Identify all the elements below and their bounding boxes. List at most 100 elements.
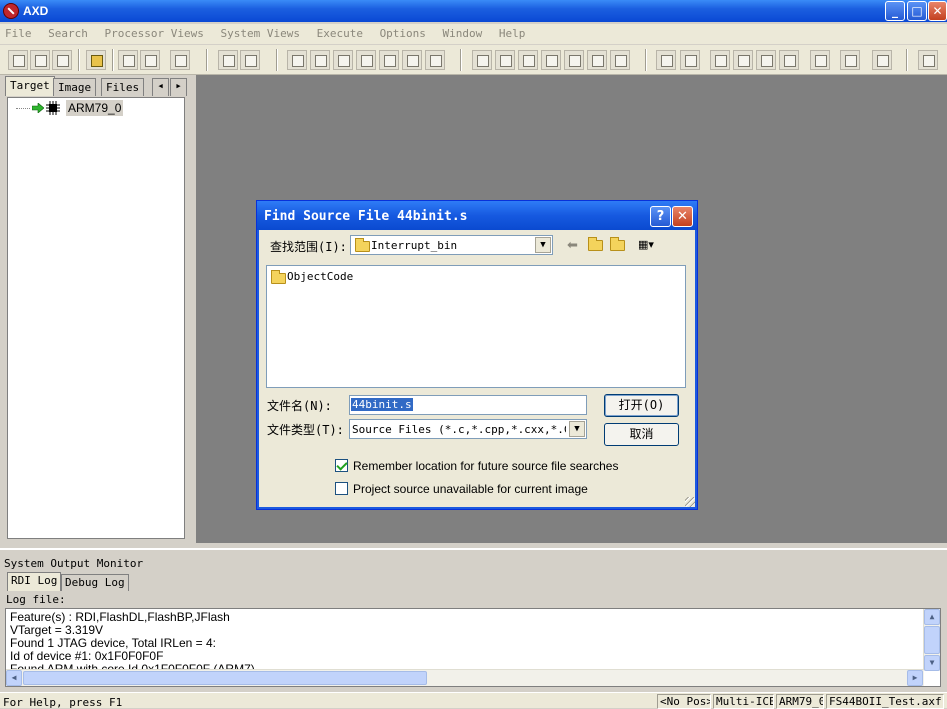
go-icon[interactable] bbox=[656, 50, 676, 70]
step-in-icon[interactable] bbox=[710, 50, 730, 70]
tab-scroll-right-icon[interactable]: ▸ bbox=[170, 78, 187, 96]
log-textbox[interactable]: Feature(s) : RDI,FlashDL,FlashBP,JFlash … bbox=[5, 608, 941, 687]
look-in-combo[interactable]: Interrupt_bin ▼ bbox=[350, 235, 553, 255]
scroll-right-icon[interactable]: ▶ bbox=[907, 670, 923, 686]
maximize-button[interactable]: □ bbox=[907, 1, 927, 21]
paste-icon[interactable] bbox=[170, 50, 190, 70]
open-button[interactable]: 打开(O) bbox=[604, 394, 679, 417]
log-line: Feature(s) : RDI,FlashDL,FlashBP,JFlash bbox=[10, 610, 230, 624]
list-item-label: ObjectCode bbox=[287, 270, 354, 283]
debugger-internals-icon[interactable] bbox=[610, 50, 630, 70]
filetype-label: 文件类型(T): bbox=[267, 423, 344, 437]
vertical-scrollbar[interactable]: ▲ ▼ bbox=[923, 609, 940, 671]
up-folder-icon[interactable] bbox=[587, 237, 604, 252]
processor-chip-icon bbox=[46, 101, 60, 115]
list-item[interactable]: ObjectCode bbox=[269, 269, 389, 285]
resize-grip-icon[interactable] bbox=[685, 497, 695, 507]
chevron-down-icon[interactable]: ▼ bbox=[569, 421, 585, 437]
current-target-arrow-icon bbox=[32, 103, 44, 113]
menu-system-views[interactable]: System Views bbox=[215, 24, 304, 43]
backtrace-view-icon[interactable] bbox=[356, 50, 376, 70]
find-next-icon[interactable] bbox=[240, 50, 260, 70]
dialog-titlebar: Find Source File 44binit.s ? ✕ bbox=[257, 201, 697, 230]
horizontal-scrollbar[interactable]: ◀ ▶ bbox=[6, 669, 924, 686]
tree-item-label: ARM79_0 bbox=[66, 100, 124, 116]
tab-rdi-log[interactable]: RDI Log bbox=[7, 572, 62, 591]
menu-help[interactable]: Help bbox=[494, 24, 531, 43]
menu-options[interactable]: Options bbox=[375, 24, 431, 43]
copy-icon[interactable] bbox=[140, 50, 160, 70]
menu-file[interactable]: File bbox=[0, 24, 37, 43]
remember-location-checkbox[interactable] bbox=[335, 459, 348, 472]
menu-window[interactable]: Window bbox=[438, 24, 488, 43]
menu-search[interactable]: Search bbox=[43, 24, 93, 43]
tab-files[interactable]: Files bbox=[101, 78, 145, 96]
stop-icon[interactable] bbox=[680, 50, 700, 70]
load-image-icon[interactable] bbox=[8, 50, 28, 70]
file-list[interactable]: ObjectCode bbox=[266, 265, 686, 388]
status-position: <No Pos> bbox=[657, 694, 711, 709]
source-unavailable-label: Project source unavailable for current i… bbox=[353, 482, 588, 496]
registers-view-icon[interactable] bbox=[287, 50, 307, 70]
save-icon[interactable] bbox=[118, 50, 138, 70]
step-icon[interactable] bbox=[733, 50, 753, 70]
scroll-left-icon[interactable]: ◀ bbox=[6, 670, 22, 686]
memory-view-icon[interactable] bbox=[379, 50, 399, 70]
chevron-down-icon[interactable]: ▼ bbox=[535, 237, 551, 253]
look-in-value: Interrupt_bin bbox=[371, 239, 458, 252]
hourglass-icon[interactable] bbox=[872, 50, 892, 70]
step-out-icon[interactable] bbox=[756, 50, 776, 70]
system-variables-icon[interactable] bbox=[518, 50, 538, 70]
output-icon[interactable] bbox=[587, 50, 607, 70]
toggle-breakpoint-icon[interactable] bbox=[810, 50, 830, 70]
tab-debug-log[interactable]: Debug Log bbox=[61, 574, 129, 591]
menu-execute[interactable]: Execute bbox=[312, 24, 368, 43]
tab-scroll-left-icon[interactable]: ◂ bbox=[152, 78, 169, 96]
dialog-help-button[interactable]: ? bbox=[650, 206, 671, 227]
scroll-thumb[interactable] bbox=[23, 671, 427, 685]
filename-label: 文件名(N): bbox=[267, 399, 332, 413]
filename-input[interactable]: 44binit.s bbox=[349, 395, 587, 415]
app-icon bbox=[3, 3, 19, 19]
source-unavailable-checkbox[interactable] bbox=[335, 482, 348, 495]
load-memory-icon[interactable] bbox=[52, 50, 72, 70]
system-watch-icon[interactable] bbox=[495, 50, 515, 70]
look-in-label: 查找范围(I): bbox=[270, 240, 347, 254]
remember-location-label: Remember location for future source file… bbox=[353, 459, 619, 473]
back-arrow-icon[interactable]: ⬅ bbox=[564, 238, 581, 253]
scroll-thumb[interactable] bbox=[924, 626, 940, 654]
help-icon[interactable] bbox=[918, 50, 938, 70]
log-line: VTarget = 3.319V bbox=[10, 623, 104, 637]
log-line: Id of device #1: 0x1F0F0F0F bbox=[10, 649, 164, 663]
new-folder-icon[interactable] bbox=[609, 237, 626, 252]
open-file-icon[interactable] bbox=[86, 50, 106, 70]
log-file-label: Log file: bbox=[6, 593, 66, 606]
system-memory-icon[interactable] bbox=[541, 50, 561, 70]
menu-processor-views[interactable]: Processor Views bbox=[100, 24, 209, 43]
menu-bar: File Search Processor Views System Views… bbox=[0, 24, 947, 44]
status-target: Multi-ICE bbox=[713, 694, 774, 709]
source-view-icon[interactable] bbox=[425, 50, 445, 70]
close-button[interactable]: ✕ bbox=[928, 1, 947, 21]
reload-image-icon[interactable] bbox=[30, 50, 50, 70]
find-icon[interactable] bbox=[218, 50, 238, 70]
system-output-monitor: System Output Monitor RDI Log Debug Log … bbox=[0, 548, 947, 691]
view-menu-icon[interactable]: ▦▾ bbox=[633, 237, 659, 252]
variables-view-icon[interactable] bbox=[333, 50, 353, 70]
filetype-combo[interactable]: Source Files (*.c,*.cpp,*.cxx,*.C,*. ▼ bbox=[349, 419, 587, 439]
window-titlebar: AXD _ □ ✕ bbox=[0, 0, 947, 22]
console-icon[interactable] bbox=[564, 50, 584, 70]
target-tree: ARM79_0 bbox=[7, 97, 185, 539]
minimize-button[interactable]: _ bbox=[885, 1, 905, 21]
system-registers-icon[interactable] bbox=[472, 50, 492, 70]
disassembly-view-icon[interactable] bbox=[402, 50, 422, 70]
tab-image[interactable]: Image bbox=[53, 78, 97, 96]
toggle-watchpoint-icon[interactable] bbox=[840, 50, 860, 70]
scroll-up-icon[interactable]: ▲ bbox=[924, 609, 940, 625]
scroll-down-icon[interactable]: ▼ bbox=[924, 655, 940, 671]
cancel-button[interactable]: 取消 bbox=[604, 423, 679, 446]
tab-target[interactable]: Target bbox=[5, 76, 55, 96]
run-to-cursor-icon[interactable] bbox=[779, 50, 799, 70]
dialog-close-button[interactable]: ✕ bbox=[672, 206, 693, 227]
watch-view-icon[interactable] bbox=[310, 50, 330, 70]
